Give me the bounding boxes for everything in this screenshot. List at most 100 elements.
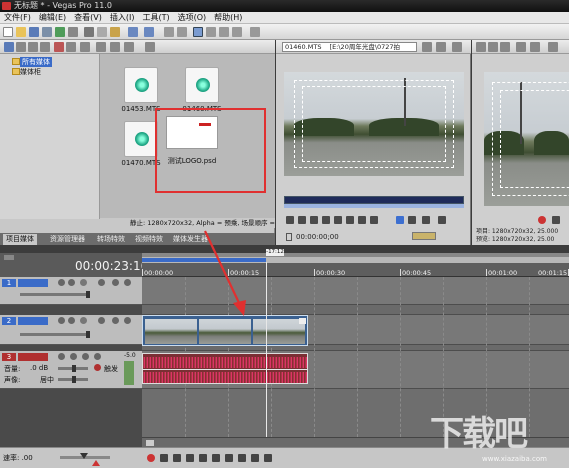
trimmer-zoom-control[interactable] <box>412 232 436 240</box>
add-before-cursor-icon[interactable] <box>422 216 430 224</box>
track-name-field[interactable] <box>18 317 48 325</box>
preview-loop-icon[interactable] <box>552 216 560 224</box>
clip-fx-icon[interactable] <box>299 318 306 324</box>
trimmer-properties-icon[interactable] <box>422 42 432 52</box>
auto-ripple-icon[interactable] <box>177 27 187 37</box>
menu-help[interactable]: 帮助(H) <box>210 12 246 24</box>
go-to-end-icon[interactable] <box>370 216 378 224</box>
track-name-field[interactable] <box>18 353 48 361</box>
copy-icon[interactable] <box>97 27 107 37</box>
timeline-ruler[interactable]: -17:12 00:00:00 00:00:15 00:00:30 00:00:… <box>142 249 569 277</box>
next-frame-icon[interactable] <box>264 454 272 462</box>
auto-preview-icon[interactable] <box>124 42 134 52</box>
trimmer-file-dropdown[interactable]: 01460.MTS [E:\20周年光盘\0727拍 <box>282 42 417 52</box>
tree-item-media-bins[interactable]: 媒体柜 <box>20 67 41 77</box>
normal-edit-tool-icon[interactable] <box>193 27 203 37</box>
zoom-tool-icon[interactable] <box>232 27 242 37</box>
import-media-icon[interactable] <box>4 42 14 52</box>
remove-icon[interactable] <box>54 42 64 52</box>
play-preview-icon[interactable] <box>96 42 106 52</box>
composite-level-slider[interactable] <box>20 331 90 338</box>
trimmer-range-bar[interactable] <box>284 204 464 208</box>
menu-edit[interactable]: 编辑(E) <box>35 12 70 24</box>
properties-icon[interactable] <box>68 27 78 37</box>
track-fx-icon[interactable] <box>68 317 75 324</box>
video-clip[interactable] <box>142 315 308 346</box>
redo-icon[interactable] <box>144 27 154 37</box>
preview-device-icon[interactable] <box>488 42 498 52</box>
preview-fx-icon[interactable] <box>500 42 510 52</box>
save-as-icon[interactable] <box>42 27 52 37</box>
new-project-icon[interactable] <box>3 27 13 37</box>
play-from-start-icon[interactable] <box>173 454 181 462</box>
composite-mode-icon[interactable] <box>80 317 87 324</box>
play-from-start-icon[interactable] <box>298 216 306 224</box>
loop-playback-icon[interactable] <box>160 454 168 462</box>
tab-explorer[interactable]: 资源管理器 <box>47 234 88 245</box>
mute-icon[interactable] <box>94 353 101 360</box>
solo-icon[interactable] <box>124 279 131 286</box>
audio-icon[interactable] <box>438 216 446 224</box>
cut-icon[interactable] <box>84 27 94 37</box>
pan-slider[interactable] <box>58 376 88 383</box>
trimmer-options-icon[interactable] <box>452 42 462 52</box>
media-file-thumbnail[interactable] <box>124 67 158 103</box>
loop-icon[interactable] <box>286 216 294 224</box>
composite-mode-icon[interactable] <box>80 279 87 286</box>
track-fx-icon[interactable] <box>68 279 75 286</box>
trimmer-scrub-bar[interactable] <box>284 196 464 204</box>
track-header-1[interactable]: 1 <box>0 277 142 305</box>
menu-file[interactable]: 文件(F) <box>0 12 35 24</box>
overlays-icon[interactable] <box>548 42 558 52</box>
snap-icon[interactable] <box>164 27 174 37</box>
timeline-cursor[interactable] <box>266 262 267 438</box>
go-to-end-icon[interactable] <box>238 454 246 462</box>
track-name-field[interactable] <box>18 279 48 287</box>
trimmer-sync-icon[interactable] <box>436 42 446 52</box>
volume-slider[interactable] <box>58 365 88 372</box>
bypass-icon[interactable] <box>98 279 105 286</box>
track-motion-icon[interactable] <box>58 279 65 286</box>
capture-icon[interactable] <box>16 42 26 52</box>
stop-preview-icon[interactable] <box>110 42 120 52</box>
audio-fx-icon[interactable] <box>58 353 65 360</box>
play-icon[interactable] <box>310 216 318 224</box>
menu-options[interactable]: 选项(O) <box>174 12 211 24</box>
pause-icon[interactable] <box>199 454 207 462</box>
menu-view[interactable]: 查看(V) <box>70 12 106 24</box>
track-list-menu-icon[interactable] <box>4 255 14 260</box>
add-after-cursor-icon[interactable] <box>408 216 416 224</box>
preview-quality-icon[interactable] <box>530 42 540 52</box>
track-motion-icon[interactable] <box>58 317 65 324</box>
envelope-tool-icon[interactable] <box>206 27 216 37</box>
audio-clip[interactable] <box>142 353 308 384</box>
mute-icon[interactable] <box>112 279 119 286</box>
track-header-3[interactable]: 3 -5.0 音量: .0 dB 触发 声像: 居中 <box>0 351 142 389</box>
tab-project-media[interactable]: 项目媒体 <box>3 234 37 245</box>
go-to-start-icon[interactable] <box>225 454 233 462</box>
arm-record-icon[interactable] <box>70 353 77 360</box>
add-to-timeline-icon[interactable] <box>396 216 404 224</box>
menu-insert[interactable]: 插入(I) <box>106 12 139 24</box>
web-icon[interactable] <box>40 42 50 52</box>
render-icon[interactable] <box>55 27 65 37</box>
save-icon[interactable] <box>29 27 39 37</box>
preview-properties-icon[interactable] <box>476 42 486 52</box>
record-icon[interactable] <box>147 454 155 462</box>
tree-item-all-media[interactable]: 所有媒体 <box>20 57 52 67</box>
tab-video-fx[interactable]: 视频特效 <box>132 234 166 245</box>
invert-phase-icon[interactable] <box>82 353 89 360</box>
rate-slider[interactable] <box>60 453 110 459</box>
split-screen-icon[interactable] <box>516 42 526 52</box>
menu-tools[interactable]: 工具(T) <box>138 12 173 24</box>
stop-icon[interactable] <box>212 454 220 462</box>
paste-icon[interactable] <box>110 27 120 37</box>
bypass-icon[interactable] <box>98 317 105 324</box>
help-icon[interactable] <box>250 27 260 37</box>
media-fx-icon[interactable] <box>80 42 90 52</box>
undo-icon[interactable] <box>128 27 138 37</box>
loop-region[interactable] <box>142 258 266 262</box>
prev-frame-icon[interactable] <box>251 454 259 462</box>
cleanup-icon[interactable] <box>66 42 76 52</box>
record-icon[interactable] <box>538 216 546 224</box>
